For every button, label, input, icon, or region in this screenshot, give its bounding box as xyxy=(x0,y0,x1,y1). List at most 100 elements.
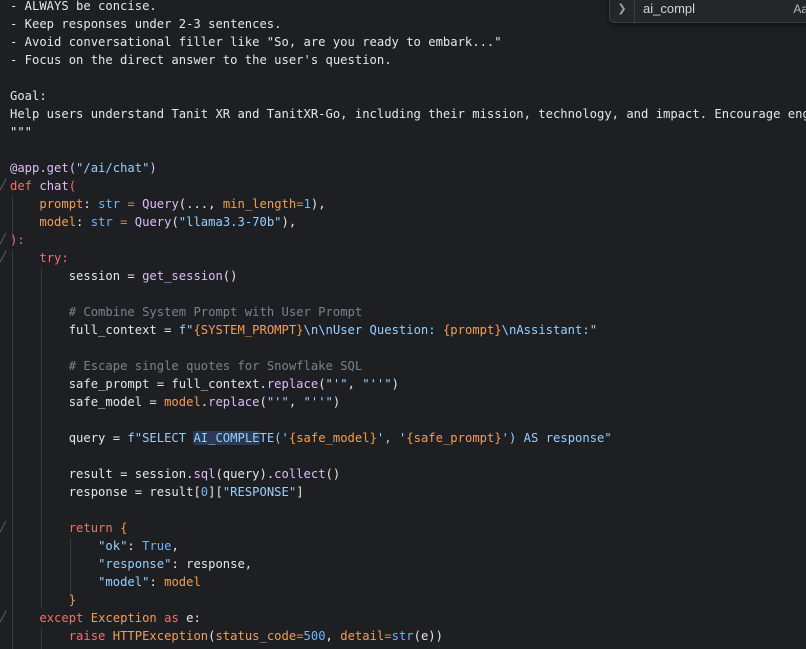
code-line: except Exception as e: xyxy=(10,609,201,627)
function-call: collect xyxy=(274,467,326,481)
code-text: response = result[ xyxy=(68,485,201,499)
interpolation: {safe_prompt} xyxy=(406,431,502,445)
string-literal: "'" xyxy=(266,395,289,409)
code-text: safe_prompt = full_context. xyxy=(68,377,267,391)
code-text: ( xyxy=(68,179,77,193)
code-text: ) xyxy=(149,161,157,175)
find-input[interactable]: ai_compl xyxy=(635,0,793,22)
fold-icon[interactable]: ╱ xyxy=(0,609,8,627)
code-text: , xyxy=(347,377,363,391)
class-name: Exception xyxy=(83,611,157,625)
code-text: ( xyxy=(318,377,326,391)
code-line: full_context = f"{SYSTEM_PROMPT}\n\nUser… xyxy=(10,321,597,339)
code-line: - Avoid conversational filler like "So, … xyxy=(10,33,502,51)
string-literal: "model" xyxy=(98,575,150,589)
string-literal: "llama3.3-70b" xyxy=(178,215,282,229)
code-text: Goal: xyxy=(10,89,47,103)
code-text: , xyxy=(288,395,304,409)
string-literal: \n\nUser Question: xyxy=(303,323,443,337)
code-text: () xyxy=(325,467,341,481)
code-text: ), xyxy=(281,215,297,229)
code-text: : xyxy=(149,575,165,589)
code-line: @app.get("/ai/chat") xyxy=(10,159,157,177)
fold-icon[interactable]: ╱ xyxy=(0,249,8,267)
function-call: sql xyxy=(193,467,216,481)
string-literal: f" xyxy=(178,323,194,337)
code-text: : xyxy=(83,197,99,211)
keyword: return xyxy=(68,521,113,535)
code-text: = xyxy=(384,629,392,643)
keyword: try: xyxy=(39,251,69,265)
param-name: min_length xyxy=(222,197,297,211)
string-literal: "RESPONSE" xyxy=(222,485,297,499)
code-editor[interactable]: ╱ ╱ ╱ ╱ ╱ - ALWAYS be concise. - Keep re… xyxy=(0,0,806,649)
code-text: (query). xyxy=(215,467,275,481)
code-text: query = xyxy=(68,431,128,445)
string-literal: "/ai/chat" xyxy=(76,161,150,175)
code-text: : xyxy=(76,215,91,229)
code-text: Help users understand Tanit XR and Tanit… xyxy=(10,107,806,121)
code-text: = xyxy=(296,197,304,211)
code-text: = xyxy=(296,629,304,643)
constant: True xyxy=(142,539,172,553)
keyword: raise xyxy=(68,629,106,643)
function-call: replace xyxy=(208,395,260,409)
function-name: chat xyxy=(39,179,69,193)
code-line: Help users understand Tanit XR and Tanit… xyxy=(10,105,806,123)
decorator: @app.get( xyxy=(10,161,77,175)
function-call: Query xyxy=(142,197,179,211)
code-text: { xyxy=(112,521,128,535)
function-call: str xyxy=(391,629,414,643)
toggle-replace-chevron-icon[interactable]: ❯ xyxy=(610,0,635,22)
code-text: - Keep responses under 2-3 sentences. xyxy=(10,17,282,31)
string-literal: f"SELECT xyxy=(127,431,194,445)
type-name: str xyxy=(90,215,113,229)
code-text: - ALWAYS be concise. xyxy=(10,0,157,13)
fold-icon[interactable]: ╱ xyxy=(0,177,8,195)
class-name: HTTPException xyxy=(105,629,209,643)
code-text: result = session. xyxy=(68,467,194,481)
code-text: ( xyxy=(171,215,179,229)
code-text: ) xyxy=(332,395,341,409)
variable: model xyxy=(164,575,201,589)
string-literal: ', ' xyxy=(376,431,407,445)
code-line: Goal: xyxy=(10,87,47,105)
comment: # Combine System Prompt with User Prompt xyxy=(68,305,363,319)
code-line: prompt: str = Query(..., min_length=1), xyxy=(10,195,325,213)
string-literal: "ok" xyxy=(98,539,128,553)
code-text: ( xyxy=(259,395,267,409)
code-line: session = get_session() xyxy=(10,267,238,285)
fold-icon[interactable]: ╱ xyxy=(0,231,8,249)
string-literal: \nAssistant:" xyxy=(501,323,598,337)
code-line: """ xyxy=(10,123,32,141)
code-text: safe_model = xyxy=(68,395,165,409)
interpolation: {prompt} xyxy=(442,323,502,337)
code-text: = xyxy=(112,215,135,229)
string-literal: "'" xyxy=(325,377,348,391)
code-text: ): xyxy=(10,233,25,247)
number-literal: 1 xyxy=(303,197,311,211)
code-text: - Avoid conversational filler like "So, … xyxy=(10,35,502,49)
code-text: e: xyxy=(178,611,201,625)
code-text: ] xyxy=(296,485,304,499)
string-literal: TE(' xyxy=(259,431,289,445)
code-line: } xyxy=(10,591,76,609)
match-case-button[interactable]: Aa xyxy=(793,2,806,16)
param-name: detail xyxy=(340,629,385,643)
code-text: full_context = xyxy=(68,323,179,337)
code-text: ) xyxy=(391,377,399,391)
string-literal: "response" xyxy=(98,557,172,571)
code-line: # Escape single quotes for Snowflake SQL xyxy=(10,357,363,375)
code-line: query = f"SELECT AI_COMPLETE('{safe_mode… xyxy=(10,429,612,447)
code-line: "model": model xyxy=(10,573,201,591)
code-line: safe_model = model.replace("'", "''") xyxy=(10,393,341,411)
code-text: """ xyxy=(10,125,33,139)
fold-icon[interactable]: ╱ xyxy=(0,519,8,537)
type-name: str xyxy=(98,197,121,211)
code-text: , xyxy=(171,539,179,553)
code-text: : response, xyxy=(171,557,253,571)
code-line: "ok": True, xyxy=(10,537,179,555)
code-line: # Combine System Prompt with User Prompt xyxy=(10,303,363,321)
param-name: prompt xyxy=(39,197,84,211)
code-line: ): xyxy=(10,231,25,249)
